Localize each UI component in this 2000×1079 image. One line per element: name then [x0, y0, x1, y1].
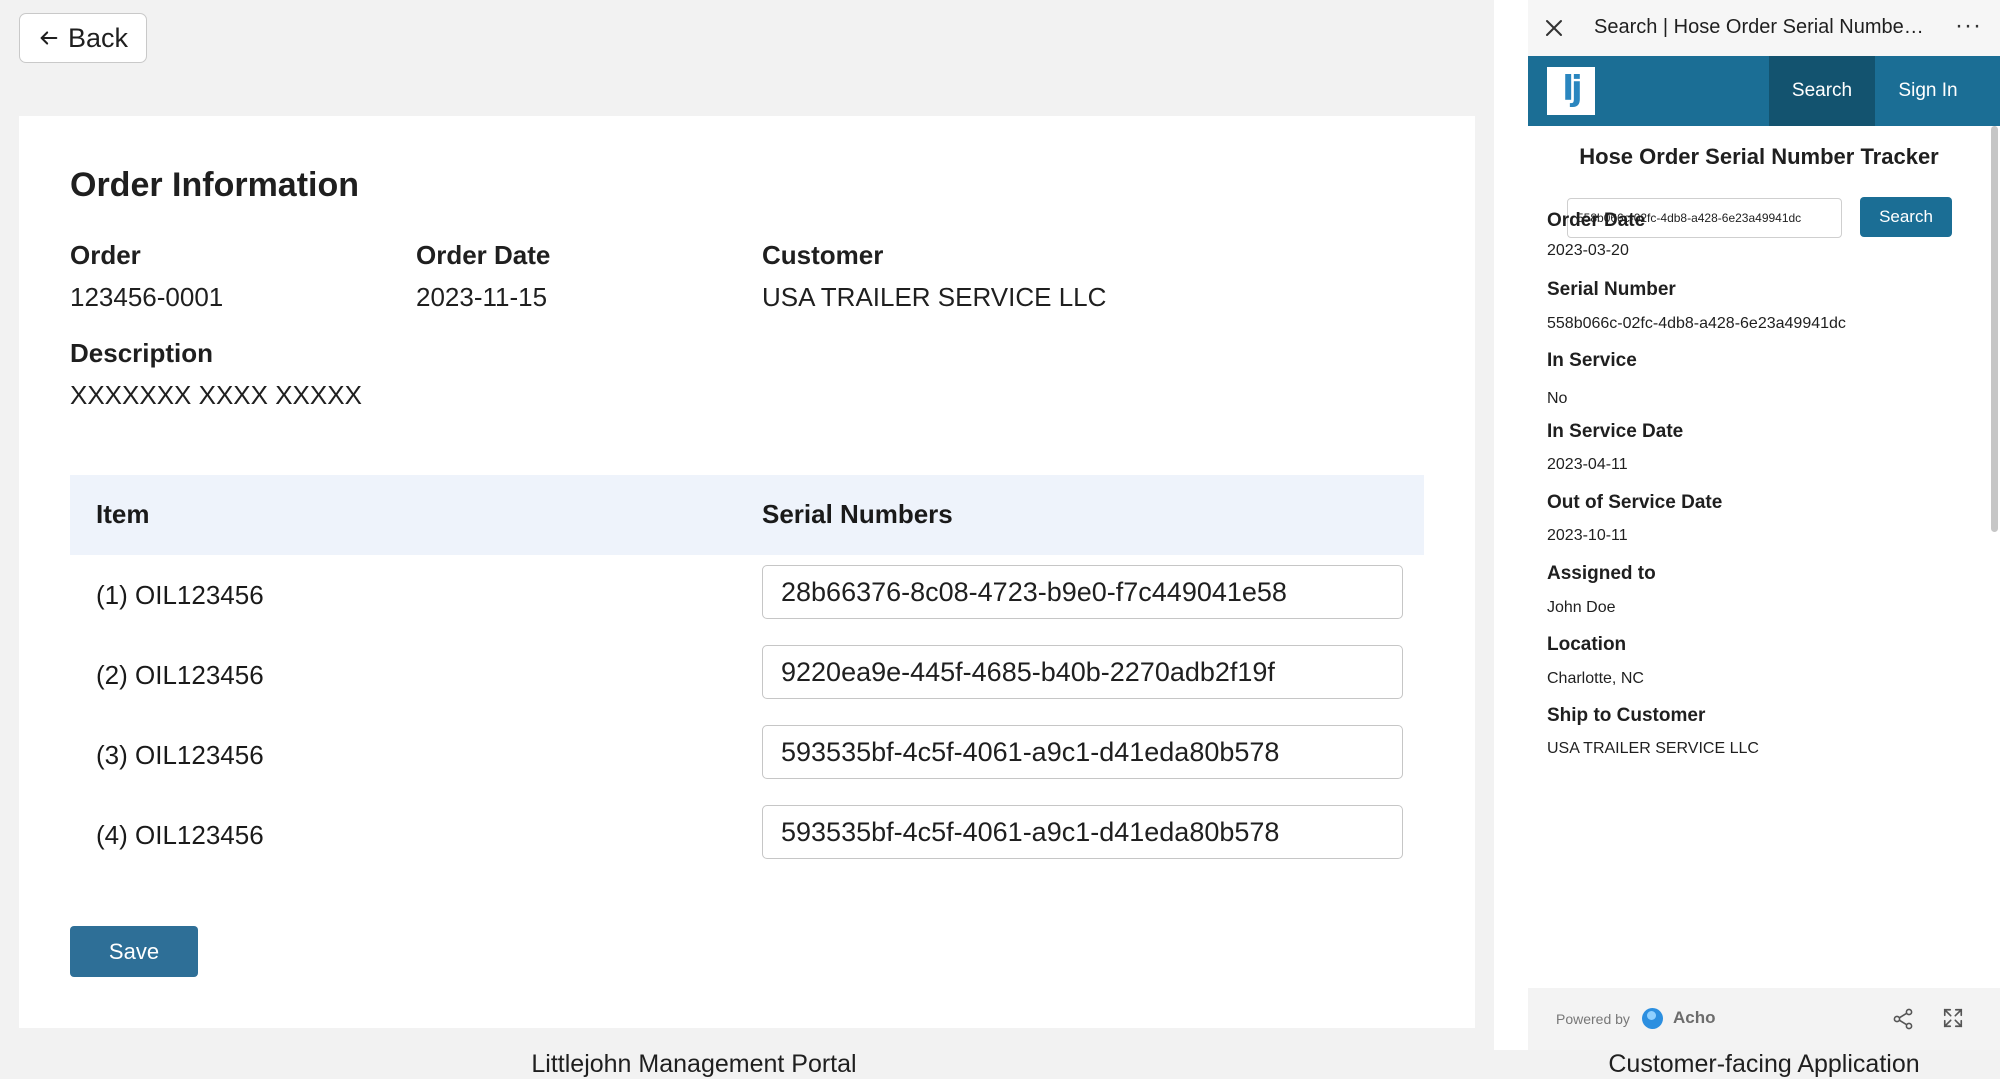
customer-value: USA TRAILER SERVICE LLC: [762, 282, 1107, 312]
arrow-left-icon: [40, 31, 58, 45]
page-title: Order Information: [70, 166, 360, 204]
table-header: Item Serial Numbers: [70, 475, 1424, 555]
tracker-title: Hose Order Serial Number Tracker: [1579, 144, 1939, 169]
more-options-icon[interactable]: ···: [1955, 14, 1982, 38]
caption-customer-application: Customer-facing Application: [1608, 1050, 1920, 1078]
detail-value-serial-number: 558b066c-02fc-4db8-a428-6e23a49941dc: [1547, 315, 1846, 332]
table-row: (2) OIL123456: [70, 635, 1424, 715]
caption-management-portal: Littlejohn Management Portal: [531, 1050, 857, 1078]
back-button[interactable]: Back: [19, 13, 147, 63]
detail-label-location: Location: [1547, 634, 1627, 655]
acho-brand-name: Acho: [1673, 1008, 1716, 1027]
serial-number-input[interactable]: [762, 805, 1403, 859]
item-cell: (1) OIL123456: [96, 580, 264, 610]
detail-label-out-of-service-date: Out of Service Date: [1547, 492, 1723, 513]
expand-icon[interactable]: [1942, 1007, 1964, 1029]
save-button[interactable]: Save: [70, 926, 198, 977]
customer-label: Customer: [762, 240, 884, 270]
order-value: 123456-0001: [70, 282, 224, 312]
order-label: Order: [70, 240, 141, 270]
detail-label-serial-number: Serial Number: [1547, 279, 1676, 300]
app-content: Hose Order Serial Number Tracker Search …: [1528, 126, 1990, 988]
scrollbar[interactable]: [1991, 126, 1998, 532]
serial-number-input[interactable]: [762, 565, 1403, 619]
nav-search-link[interactable]: Search: [1769, 56, 1875, 126]
share-icon[interactable]: [1891, 1007, 1915, 1031]
detail-label-in-service: In Service: [1547, 350, 1637, 371]
powered-by-label: Powered by: [1556, 1011, 1630, 1027]
description-value: XXXXXXX XXXX XXXXX: [70, 380, 362, 410]
detail-value-location: Charlotte, NC: [1547, 670, 1644, 687]
order-information-card: Order Information Order 123456-0001 Orde…: [19, 116, 1475, 1028]
close-icon[interactable]: [1542, 16, 1566, 40]
item-cell: (4) OIL123456: [96, 820, 264, 850]
description-label: Description: [70, 338, 214, 368]
table-row: (1) OIL123456: [70, 555, 1424, 635]
detail-label-in-service-date: In Service Date: [1547, 421, 1684, 442]
back-button-label: Back: [67, 22, 129, 53]
detail-value-in-service: No: [1547, 390, 1568, 407]
item-cell: (2) OIL123456: [96, 660, 264, 690]
order-date-value: 2023-11-15: [416, 282, 548, 312]
table-row: (3) OIL123456: [70, 715, 1424, 795]
serial-number-input[interactable]: [762, 645, 1403, 699]
items-table: Item Serial Numbers (1) OIL123456 (2) OI…: [70, 475, 1424, 875]
detail-value-ship-to-customer: USA TRAILER SERVICE LLC: [1547, 740, 1759, 757]
detail-label-order-date: Order Date: [1547, 210, 1646, 231]
column-header-item: Item: [96, 499, 150, 529]
app-titlebar: Search | Hose Order Serial Number... ···: [1528, 0, 2000, 56]
customer-application: Search | Hose Order Serial Number... ···…: [1528, 0, 2000, 1050]
logo-text: lj: [1562, 69, 1582, 109]
search-button[interactable]: Search: [1860, 197, 1952, 237]
detail-value-order-date: 2023-03-20: [1547, 242, 1629, 259]
app-navbar: lj Search Sign In: [1528, 56, 2000, 126]
littlejohn-logo[interactable]: lj: [1547, 67, 1595, 115]
detail-value-out-of-service-date: 2023-10-11: [1547, 527, 1628, 544]
item-cell: (3) OIL123456: [96, 740, 264, 770]
detail-value-in-service-date: 2023-04-11: [1547, 456, 1628, 473]
detail-label-ship-to-customer: Ship to Customer: [1547, 705, 1706, 726]
app-window-title: Search | Hose Order Serial Number...: [1594, 16, 1924, 38]
panel-divider: [1494, 0, 1528, 1050]
table-row: (4) OIL123456: [70, 795, 1424, 875]
app-footer: Powered by Acho: [1528, 988, 2000, 1050]
column-header-serial-numbers: Serial Numbers: [762, 499, 953, 529]
order-date-label: Order Date: [416, 240, 551, 270]
serial-number-input[interactable]: [762, 725, 1403, 779]
detail-label-assigned-to: Assigned to: [1547, 563, 1656, 584]
management-portal: Back Order Information Order 123456-0001…: [0, 0, 1494, 1050]
nav-sign-in-link[interactable]: Sign In: [1875, 56, 1981, 126]
acho-logo-icon: [1642, 1008, 1663, 1029]
detail-value-assigned-to: John Doe: [1547, 599, 1616, 616]
